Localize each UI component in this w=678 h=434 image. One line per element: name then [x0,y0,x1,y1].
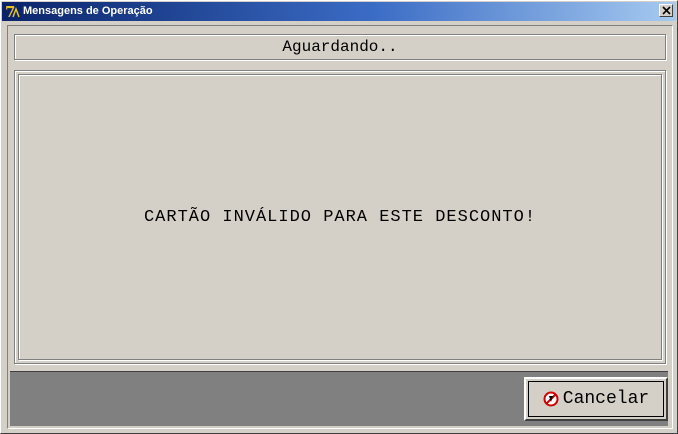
title-bar[interactable]: 7 Mensagens de Operação [2,2,676,21]
status-text: Aguardando.. [282,38,398,56]
window-title: Mensagens de Operação [23,5,153,17]
cancel-button[interactable]: Cancelar [524,377,668,421]
status-panel: Aguardando.. [14,34,666,60]
message-frame: CARTÃO INVÁLIDO PARA ESTE DESCONTO! [18,74,662,360]
svg-text:7: 7 [5,3,15,20]
message-panel: CARTÃO INVÁLIDO PARA ESTE DESCONTO! [14,70,666,364]
app-logo-icon: 7 [4,3,21,20]
dialog-body: Aguardando.. CARTÃO INVÁLIDO PARA ESTE D… [7,25,673,429]
close-icon [662,6,671,15]
dialog-window: 7 Mensagens de Operação Aguardando.. CAR… [0,0,678,434]
focus-rectangle [528,381,664,417]
close-button[interactable] [659,4,673,17]
message-text: CARTÃO INVÁLIDO PARA ESTE DESCONTO! [143,207,537,227]
button-bar: Cancelar [10,371,668,426]
